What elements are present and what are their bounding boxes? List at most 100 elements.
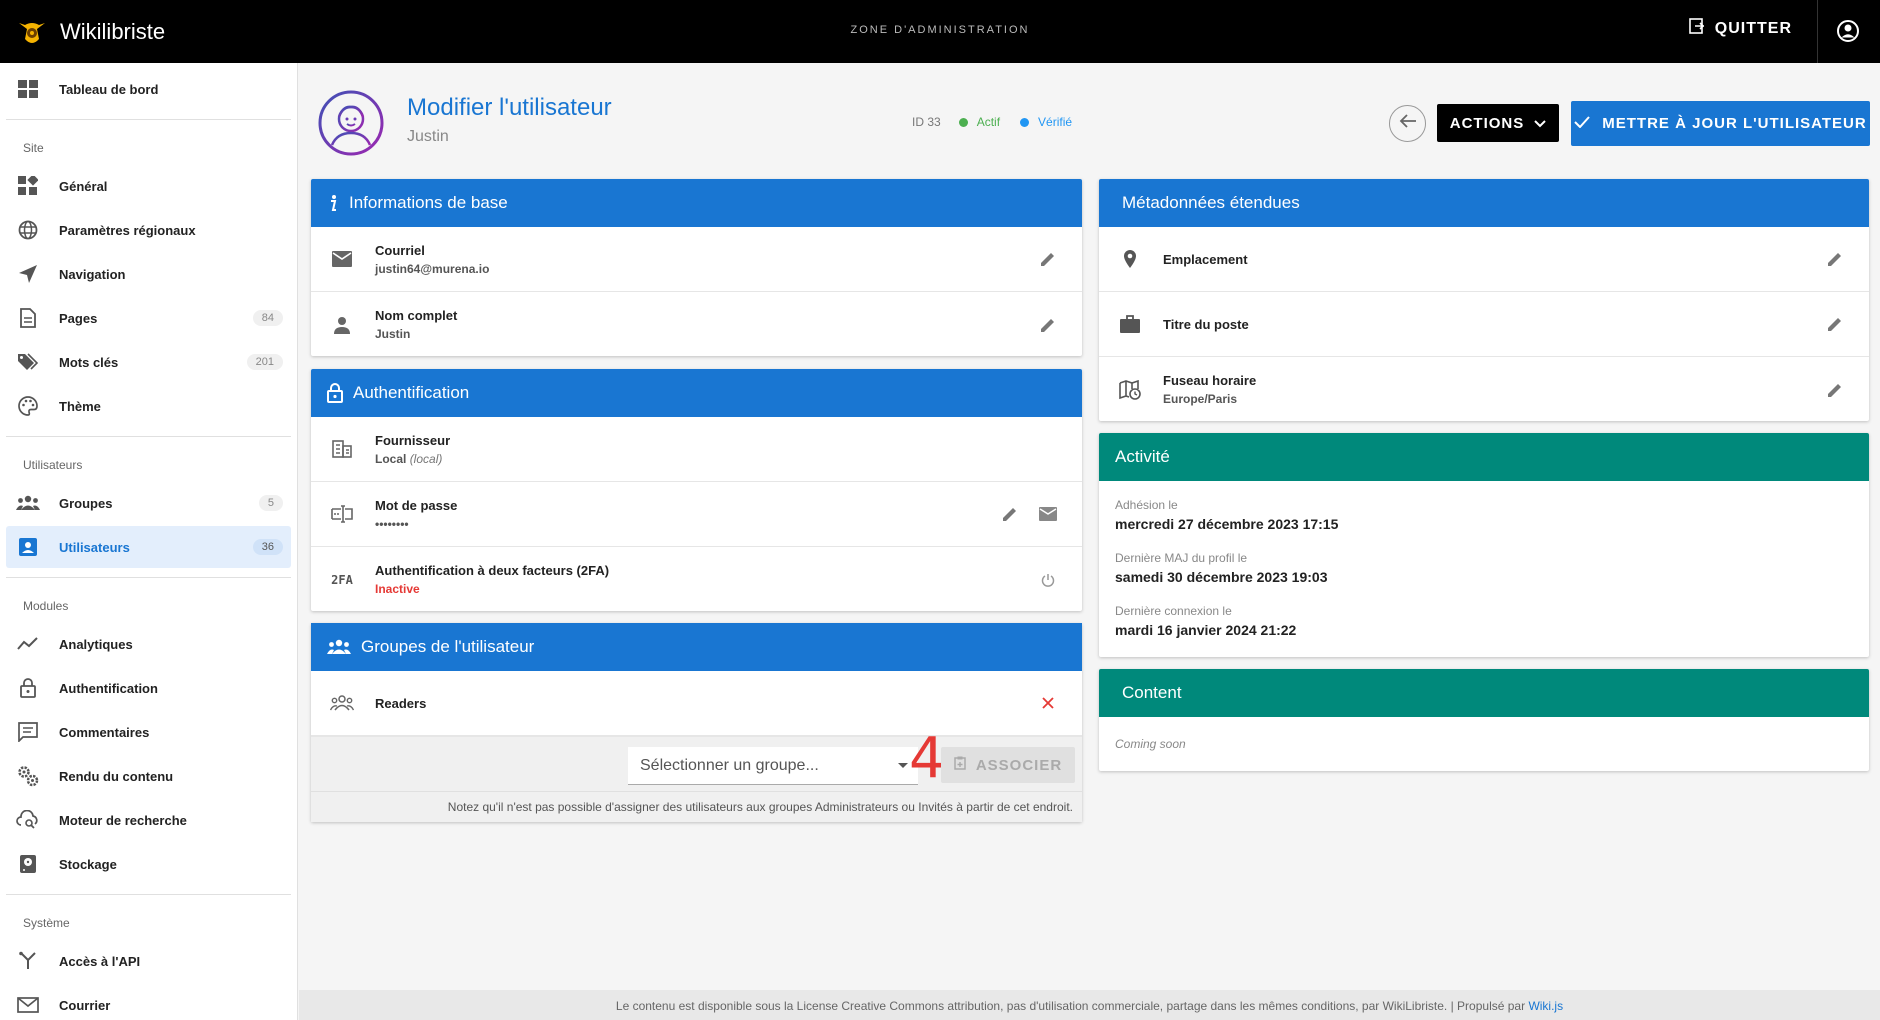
app-title[interactable]: Wikilibriste bbox=[60, 19, 165, 45]
timezone-row: Fuseau horaire Europe/Paris bbox=[1099, 357, 1869, 421]
status-verified: Vérifié bbox=[1038, 115, 1073, 129]
job-title-row: Titre du poste bbox=[1099, 292, 1869, 357]
section-system: Système bbox=[23, 916, 70, 930]
top-bar: Wikilibriste ZONE D'ADMINISTRATION QUITT… bbox=[0, 0, 1880, 63]
sidebar-item-storage[interactable]: Stockage bbox=[6, 843, 291, 885]
edit-password-icon[interactable] bbox=[998, 502, 1022, 526]
section-users: Utilisateurs bbox=[23, 458, 83, 472]
activity-header: Activité bbox=[1099, 433, 1869, 481]
palette-icon bbox=[16, 394, 40, 418]
sidebar-divider bbox=[6, 119, 291, 120]
sidebar-item-api[interactable]: Accès à l'API bbox=[6, 940, 291, 982]
sidebar-divider bbox=[6, 894, 291, 895]
two-factor-icon: 2FA bbox=[330, 568, 354, 592]
lock-icon bbox=[16, 676, 40, 700]
sidebar-item-rendering[interactable]: Rendu du contenu bbox=[6, 755, 291, 797]
fullname-label: Nom complet bbox=[375, 308, 458, 323]
wikijs-link[interactable]: Wiki.js bbox=[1528, 999, 1563, 1013]
sidebar-item-search[interactable]: Moteur de recherche bbox=[6, 799, 291, 841]
joined-value: mercredi 27 décembre 2023 17:15 bbox=[1115, 516, 1339, 532]
sidebar-item-label: Commentaires bbox=[59, 724, 150, 740]
back-button[interactable] bbox=[1389, 105, 1426, 142]
app-logo-icon[interactable] bbox=[14, 14, 50, 50]
groups-notice: Notez qu'il n'est pas possible d'assigne… bbox=[311, 791, 1082, 822]
timezone-value: Europe/Paris bbox=[1163, 392, 1238, 406]
sidebar-item-users[interactable]: Utilisateurs 36 bbox=[6, 526, 291, 568]
sidebar-item-navigation[interactable]: Navigation bbox=[6, 253, 291, 295]
tfa-value: Inactive bbox=[375, 582, 420, 596]
chevron-down-icon bbox=[1534, 115, 1546, 132]
user-meta: ID 33 Actif Vérifié bbox=[912, 115, 1072, 129]
sidebar-item-dashboard[interactable]: Tableau de bord bbox=[6, 68, 291, 110]
joined-block: Adhésion le mercredi 27 décembre 2023 17… bbox=[1099, 481, 1869, 532]
api-icon bbox=[16, 949, 40, 973]
sidebar-item-analytics[interactable]: Analytiques bbox=[6, 623, 291, 665]
groups-header: Groupes de l'utilisateur bbox=[311, 623, 1082, 671]
comment-icon bbox=[16, 720, 40, 744]
edit-email-icon[interactable] bbox=[1036, 247, 1060, 271]
sidebar-item-pages[interactable]: Pages 84 bbox=[6, 297, 291, 339]
update-user-button[interactable]: METTRE À JOUR L'UTILISATEUR bbox=[1571, 101, 1870, 146]
edit-fullname-icon[interactable] bbox=[1036, 313, 1060, 337]
sidebar-item-label: Moteur de recherche bbox=[59, 812, 187, 828]
map-clock-icon bbox=[1118, 378, 1142, 402]
sidebar-item-label: Stockage bbox=[59, 856, 117, 872]
sidebar-item-label: Pages bbox=[59, 310, 98, 326]
dashboard-icon bbox=[16, 77, 40, 101]
updated-label: Dernière MAJ du profil le bbox=[1115, 551, 1248, 565]
login-label: Dernière connexion le bbox=[1115, 604, 1232, 618]
chart-line-icon bbox=[16, 632, 40, 656]
sidebar-divider bbox=[6, 577, 291, 578]
sidebar-item-groups[interactable]: Groupes 5 bbox=[6, 482, 291, 524]
sidebar-item-label: Tableau de bord bbox=[59, 81, 159, 97]
auth-header: Authentification bbox=[311, 369, 1082, 417]
page-subtitle: Justin bbox=[407, 128, 449, 145]
sidebar-item-label: Thème bbox=[59, 398, 101, 414]
edit-location-icon[interactable] bbox=[1823, 247, 1847, 271]
actions-button[interactable]: ACTIONS bbox=[1437, 104, 1559, 142]
groups-count-badge: 5 bbox=[258, 495, 283, 511]
pages-count-badge: 84 bbox=[252, 310, 283, 326]
fullname-row: Nom complet Justin bbox=[311, 292, 1082, 356]
tfa-icon-text: 2FA bbox=[331, 572, 353, 587]
annotation-number: 4 bbox=[909, 726, 945, 791]
sidebar-item-general[interactable]: Général bbox=[6, 165, 291, 207]
widgets-icon bbox=[16, 174, 40, 198]
auth-card: Authentification Fournisseur Local (local… bbox=[311, 369, 1082, 611]
provider-row: Fournisseur Local (local) bbox=[311, 417, 1082, 482]
assign-label: ASSOCIER bbox=[975, 756, 1063, 774]
sidebar-item-theme[interactable]: Thème bbox=[6, 385, 291, 427]
sidebar-item-mail[interactable]: Courrier bbox=[6, 984, 291, 1020]
tags-icon bbox=[16, 350, 40, 374]
group-select[interactable]: Sélectionner un groupe... bbox=[628, 747, 918, 785]
quit-button[interactable]: QUITTER bbox=[1688, 18, 1792, 39]
people-icon bbox=[16, 491, 40, 515]
updated-block: Dernière MAJ du profil le samedi 30 déce… bbox=[1099, 532, 1869, 585]
email-row: Courriel justin64@murena.io bbox=[311, 227, 1082, 292]
metadata-title: Métadonnées étendues bbox=[1122, 193, 1300, 212]
status-dot-active bbox=[958, 117, 968, 127]
metadata-header: Métadonnées étendues bbox=[1099, 179, 1869, 227]
send-password-email-icon[interactable] bbox=[1036, 502, 1060, 526]
remove-group-icon[interactable] bbox=[1036, 691, 1060, 715]
sidebar-item-auth[interactable]: Authentification bbox=[6, 667, 291, 709]
joined-label: Adhésion le bbox=[1115, 498, 1178, 512]
assign-button[interactable]: ASSOCIER bbox=[941, 747, 1075, 783]
sidebar-item-label: Navigation bbox=[59, 266, 126, 282]
auth-title: Authentification bbox=[353, 383, 470, 402]
user-avatar-icon bbox=[317, 89, 385, 157]
edit-timezone-icon[interactable] bbox=[1823, 378, 1847, 402]
tags-count-badge: 201 bbox=[246, 354, 283, 370]
account-icon[interactable] bbox=[1836, 19, 1860, 48]
sidebar-item-tags[interactable]: Mots clés 201 bbox=[6, 341, 291, 383]
sidebar-item-regional[interactable]: Paramètres régionaux bbox=[6, 209, 291, 251]
people-outline-icon bbox=[330, 691, 354, 715]
user-id: ID 33 bbox=[912, 115, 941, 129]
caret-down-icon bbox=[898, 763, 908, 768]
power-icon[interactable] bbox=[1036, 568, 1060, 592]
tfa-label: Authentification à deux facteurs (2FA) bbox=[375, 563, 610, 578]
sidebar-item-comments[interactable]: Commentaires bbox=[6, 711, 291, 753]
edit-job-title-icon[interactable] bbox=[1823, 312, 1847, 336]
email-icon bbox=[330, 247, 354, 271]
email-icon bbox=[16, 993, 40, 1017]
